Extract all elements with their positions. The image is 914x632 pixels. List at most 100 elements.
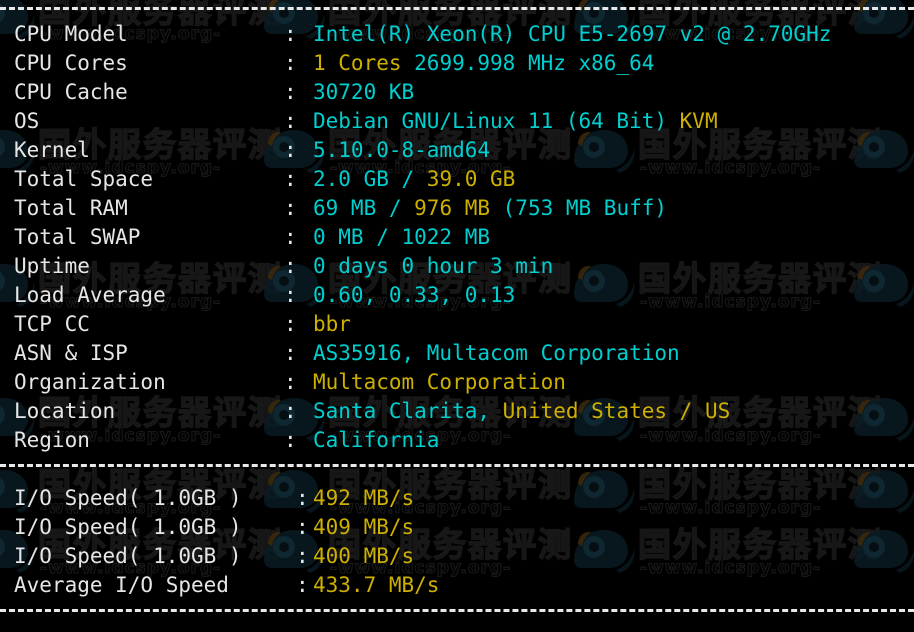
system-info-value-segment: 976 MB bbox=[414, 196, 491, 220]
system-info-value: bbr bbox=[313, 310, 351, 339]
system-info-value-segment: Debian GNU/Linux 11 (64 Bit) bbox=[313, 109, 680, 133]
system-info-value-segment: KVM bbox=[679, 109, 718, 133]
system-info-row: Region: California bbox=[0, 426, 914, 455]
system-info-value-segment: 2.0 GB / bbox=[313, 167, 427, 191]
io-benchmark-separator: : bbox=[296, 515, 309, 539]
system-info-row: Total RAM:69 MB / 976 MB (753 MB Buff) bbox=[0, 194, 914, 223]
system-info-row: Location: Santa Clarita, United States / … bbox=[0, 397, 914, 426]
system-info-value: 0.60, 0.33, 0.13 bbox=[313, 281, 515, 310]
system-info-separator: : bbox=[284, 167, 297, 191]
system-info-value: Multacom Corporation bbox=[313, 368, 566, 397]
system-info-row: Organization: Multacom Corporation bbox=[0, 368, 914, 397]
system-info-value-segment: 0 MB / 1022 MB bbox=[313, 225, 491, 249]
system-info-row: OS: Debian GNU/Linux 11 (64 Bit) KVM bbox=[0, 107, 914, 136]
system-info-value: AS35916, Multacom Corporation bbox=[313, 339, 680, 368]
system-info-row: Uptime:0 days 0 hour 3 min bbox=[0, 252, 914, 281]
system-info-value: 0 days 0 hour 3 min bbox=[313, 252, 553, 281]
system-info-label: Kernel bbox=[14, 138, 90, 162]
io-benchmark-value-segment: 492 MB/s bbox=[313, 486, 415, 510]
system-info-separator: : bbox=[284, 109, 297, 133]
system-info-value-segment: Intel(R) Xeon(R) CPU E5-2697 v2 @ 2.70GH… bbox=[313, 22, 832, 46]
io-benchmark-value: 433.7 MB/s bbox=[313, 571, 439, 600]
io-benchmark-row: I/O Speed( 1.0GB ):492 MB/s bbox=[0, 484, 914, 513]
io-benchmark-value: 400 MB/s bbox=[313, 542, 414, 571]
system-info-value-segment: 0.60, 0.33, 0.13 bbox=[313, 283, 516, 307]
system-info-value-segment: AS35916, Multacom Corporation bbox=[313, 341, 680, 365]
system-info-label: Load Average bbox=[14, 283, 166, 307]
system-info-value-segment: 39.0 GB bbox=[426, 167, 516, 191]
io-benchmark-separator: : bbox=[296, 573, 309, 597]
system-info-value: 2.0 GB / 39.0 GB bbox=[313, 165, 515, 194]
system-info-value: 30720 KB bbox=[313, 78, 414, 107]
system-info-separator: : bbox=[284, 312, 297, 336]
system-info-row: CPU Cache:30720 KB bbox=[0, 78, 914, 107]
system-info-separator: : bbox=[284, 370, 297, 394]
divider-middle bbox=[0, 464, 914, 467]
system-info-value: 69 MB / 976 MB (753 MB Buff) bbox=[313, 194, 667, 223]
system-info-row: Kernel:5.10.0-8-amd64 bbox=[0, 136, 914, 165]
io-benchmark-label: I/O Speed( 1.0GB ) bbox=[14, 515, 242, 539]
io-benchmark-value: 492 MB/s bbox=[313, 484, 414, 513]
io-benchmark-label: I/O Speed( 1.0GB ) bbox=[14, 544, 242, 568]
system-info-value: 1 Cores 2699.998 MHz x86_64 bbox=[313, 49, 654, 78]
system-info-label: Total SWAP bbox=[14, 225, 141, 249]
system-info-label: TCP CC bbox=[14, 312, 90, 336]
system-info-row: CPU Cores:1 Cores 2699.998 MHz x86_64 bbox=[0, 49, 914, 78]
io-benchmark-value: 409 MB/s bbox=[313, 513, 414, 542]
system-info-value-segment: Santa Clarita, bbox=[313, 399, 503, 423]
io-benchmark-separator: : bbox=[296, 486, 309, 510]
system-info-value: 0 MB / 1022 MB bbox=[313, 223, 490, 252]
system-info-separator: : bbox=[284, 225, 297, 249]
system-info-row: Total SWAP:0 MB / 1022 MB bbox=[0, 223, 914, 252]
system-info-value-segment: 5.10.0-8-amd64 bbox=[313, 138, 491, 162]
system-info-separator: : bbox=[284, 138, 297, 162]
terminal-output: CPU Model: Intel(R) Xeon(R) CPU E5-2697 v… bbox=[0, 0, 914, 621]
system-info-separator: : bbox=[284, 80, 297, 104]
system-info-row: TCP CC: bbr bbox=[0, 310, 914, 339]
system-info-value-segment: California bbox=[313, 428, 440, 452]
divider-top bbox=[0, 7, 914, 10]
system-info-value: Debian GNU/Linux 11 (64 Bit) KVM bbox=[313, 107, 718, 136]
system-info-value: California bbox=[313, 426, 439, 455]
system-info-separator: : bbox=[284, 399, 297, 423]
system-info-row: CPU Model: Intel(R) Xeon(R) CPU E5-2697 v… bbox=[0, 20, 914, 49]
system-info-value-segment: United States / US bbox=[502, 399, 731, 423]
system-info-separator: : bbox=[284, 51, 297, 75]
io-benchmark-value-segment: 409 MB/s bbox=[313, 515, 415, 539]
system-info-value-segment: 2699.998 MHz x86_64 bbox=[401, 51, 655, 75]
io-benchmark-label: Average I/O Speed bbox=[14, 573, 229, 597]
system-info-row: Load Average:0.60, 0.33, 0.13 bbox=[0, 281, 914, 310]
system-info-label: CPU Cache bbox=[14, 80, 128, 104]
system-info-value: 5.10.0-8-amd64 bbox=[313, 136, 490, 165]
system-info-value-segment: Multacom Corporation bbox=[313, 370, 566, 394]
system-info-label: Organization bbox=[14, 370, 166, 394]
system-info-separator: : bbox=[284, 196, 297, 220]
system-info-value-segment: bbr bbox=[313, 312, 351, 336]
system-info-row: Total Space:2.0 GB / 39.0 GB bbox=[0, 165, 914, 194]
io-benchmark-row: I/O Speed( 1.0GB ):400 MB/s bbox=[0, 542, 914, 571]
system-info-label: Total RAM bbox=[14, 196, 128, 220]
divider-bottom bbox=[0, 609, 914, 612]
io-benchmark-value-segment: 400 MB/s bbox=[313, 544, 415, 568]
system-info-value: Intel(R) Xeon(R) CPU E5-2697 v2 @ 2.70GH… bbox=[313, 20, 831, 49]
io-benchmark-row: I/O Speed( 1.0GB ):409 MB/s bbox=[0, 513, 914, 542]
io-benchmark-separator: : bbox=[296, 544, 309, 568]
system-info-row: ASN & ISP: AS35916, Multacom Corporation bbox=[0, 339, 914, 368]
system-info-value-segment: 0 days 0 hour 3 min bbox=[313, 254, 554, 278]
system-info-value-segment: 30720 KB bbox=[313, 80, 415, 104]
system-info-label: OS bbox=[14, 109, 40, 133]
system-info-label: Location bbox=[14, 399, 116, 423]
io-benchmark-row: Average I/O Speed:433.7 MB/s bbox=[0, 571, 914, 600]
system-info-label: Total Space bbox=[14, 167, 154, 191]
system-info-label: Region bbox=[14, 428, 90, 452]
system-info-separator: : bbox=[284, 341, 297, 365]
system-info-label: ASN & ISP bbox=[14, 341, 128, 365]
system-info-label: CPU Cores bbox=[14, 51, 128, 75]
io-benchmark-value-segment: 433.7 MB/s bbox=[313, 573, 440, 597]
system-info-separator: : bbox=[284, 428, 297, 452]
system-info-separator: : bbox=[284, 254, 297, 278]
system-info-separator: : bbox=[284, 283, 297, 307]
io-benchmark-label: I/O Speed( 1.0GB ) bbox=[14, 486, 242, 510]
system-info-label: Uptime bbox=[14, 254, 90, 278]
system-info-value-segment: 69 MB / bbox=[313, 196, 415, 220]
